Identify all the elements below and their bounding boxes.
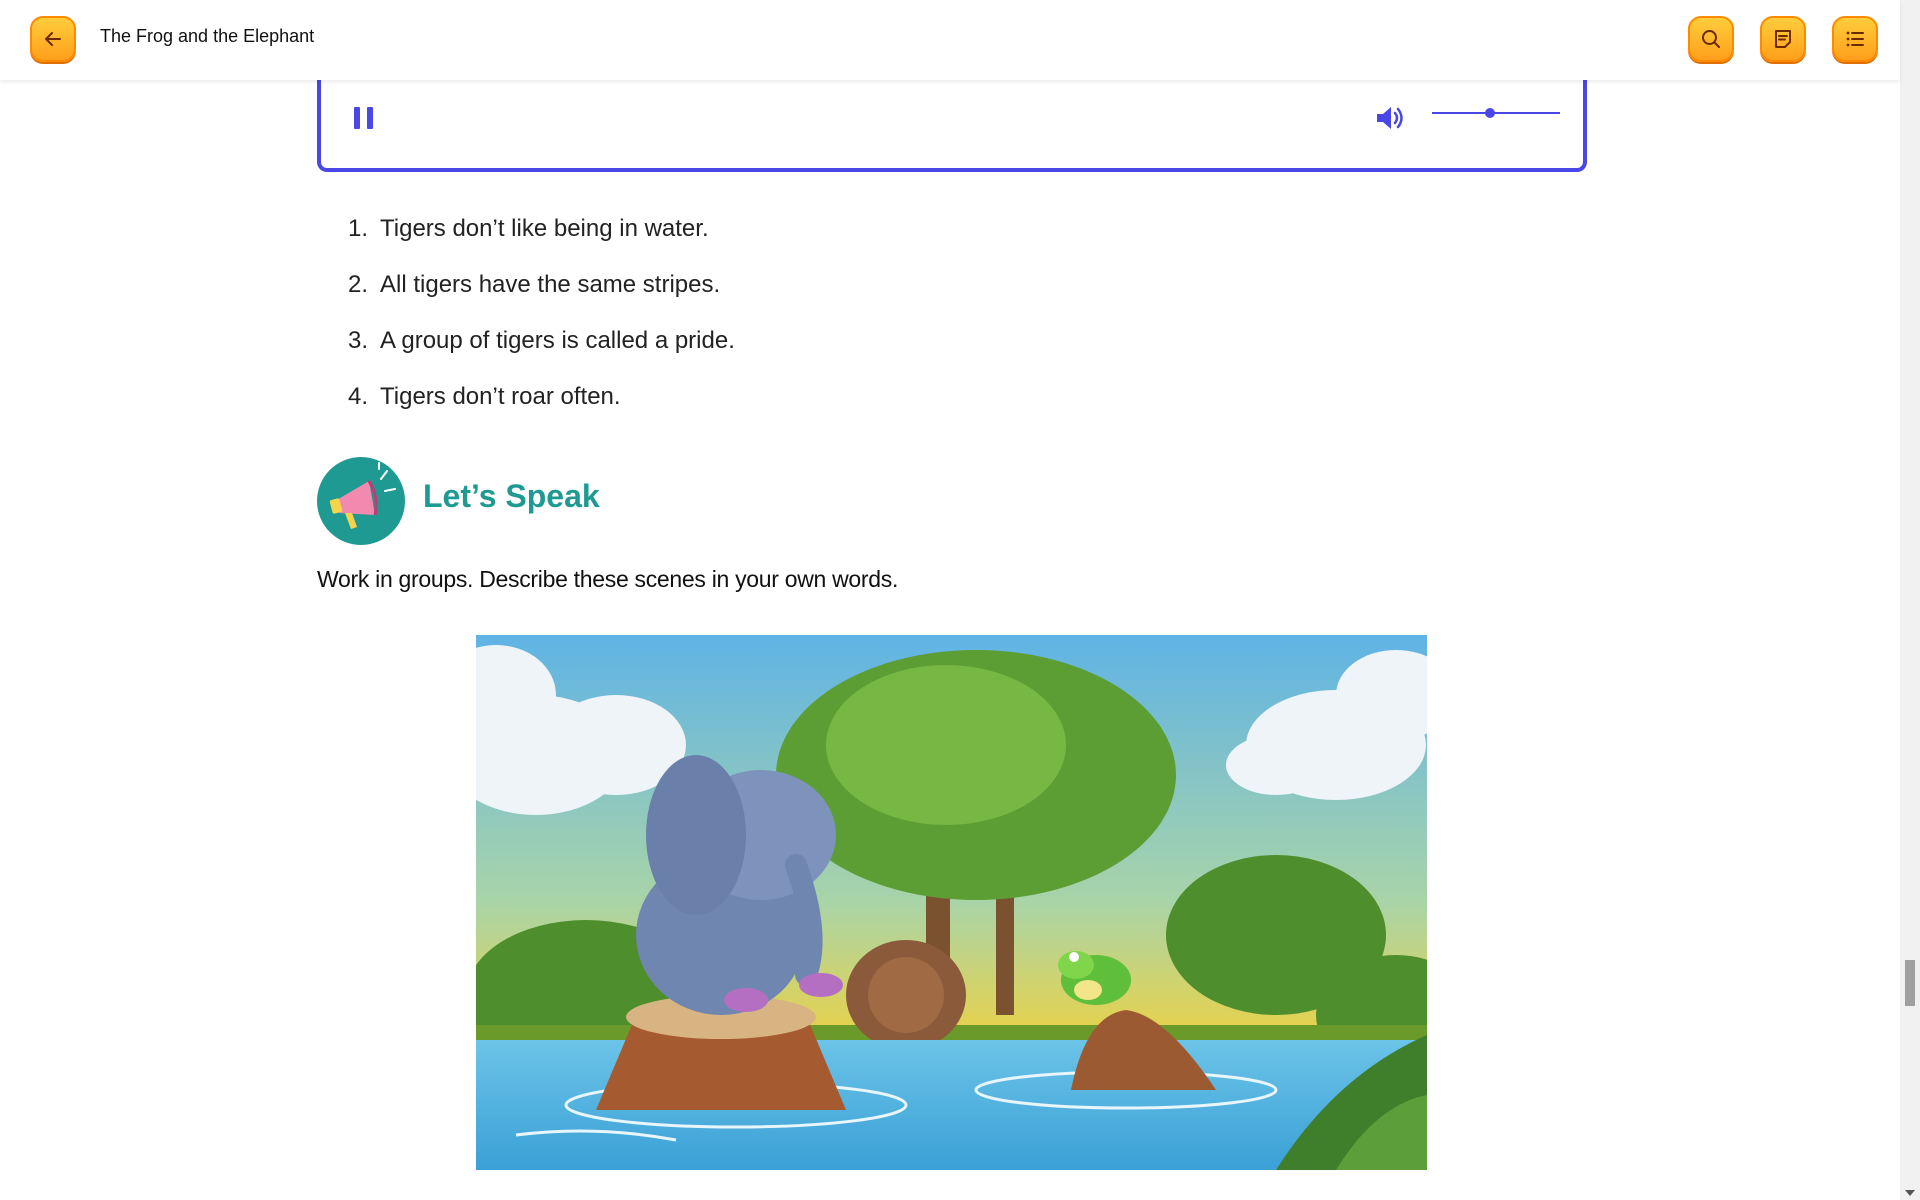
list-item-text: Tigers don’t roar often. bbox=[380, 383, 621, 410]
megaphone-icon bbox=[317, 457, 405, 545]
pause-icon bbox=[354, 107, 360, 129]
top-bar: The Frog and the Elephant bbox=[0, 0, 1900, 80]
story-illustration bbox=[476, 635, 1427, 1170]
search-button[interactable] bbox=[1688, 16, 1734, 62]
list-item: 3. A group of tigers is called a pride. bbox=[330, 324, 735, 380]
search-icon bbox=[1702, 30, 1720, 48]
volume-icon[interactable] bbox=[1374, 104, 1406, 132]
list-item-text: All tigers have the same stripes. bbox=[380, 271, 721, 298]
list-item-number: 4. bbox=[347, 383, 368, 410]
list-item: 1. Tigers don’t like being in water. bbox=[330, 212, 735, 268]
page-title: The Frog and the Elephant bbox=[100, 26, 315, 46]
table-of-contents-button[interactable] bbox=[1832, 16, 1878, 62]
volume-slider[interactable] bbox=[1432, 112, 1560, 114]
page-scrollbar[interactable] bbox=[1900, 0, 1920, 1200]
pause-button[interactable] bbox=[354, 107, 374, 129]
scrollbar-thumb[interactable] bbox=[1905, 960, 1915, 1006]
notes-icon bbox=[1775, 30, 1791, 48]
list-item-number: 3. bbox=[347, 327, 368, 354]
list-item-text: A group of tigers is called a pride. bbox=[380, 327, 735, 354]
list-item-text: Tigers don’t like being in water. bbox=[380, 215, 709, 242]
back-button[interactable] bbox=[30, 16, 76, 62]
notes-button[interactable] bbox=[1760, 16, 1806, 62]
volume-slider-handle[interactable] bbox=[1484, 108, 1495, 118]
arrow-left-icon bbox=[45, 32, 61, 46]
statement-list: 1. Tigers don’t like being in water. 2. … bbox=[330, 212, 735, 436]
list-item: 4. Tigers don’t roar often. bbox=[330, 380, 735, 436]
list-item-number: 2. bbox=[347, 271, 368, 298]
list-item-number: 1. bbox=[347, 215, 368, 242]
pause-icon-bar bbox=[367, 107, 373, 129]
scroll-down-arrow[interactable] bbox=[1905, 1190, 1915, 1196]
list-icon bbox=[1846, 31, 1864, 47]
section-instruction: Work in groups. Describe these scenes in… bbox=[317, 566, 899, 592]
list-item: 2. All tigers have the same stripes. bbox=[330, 268, 735, 324]
section-title: Let’s Speak bbox=[423, 478, 600, 514]
